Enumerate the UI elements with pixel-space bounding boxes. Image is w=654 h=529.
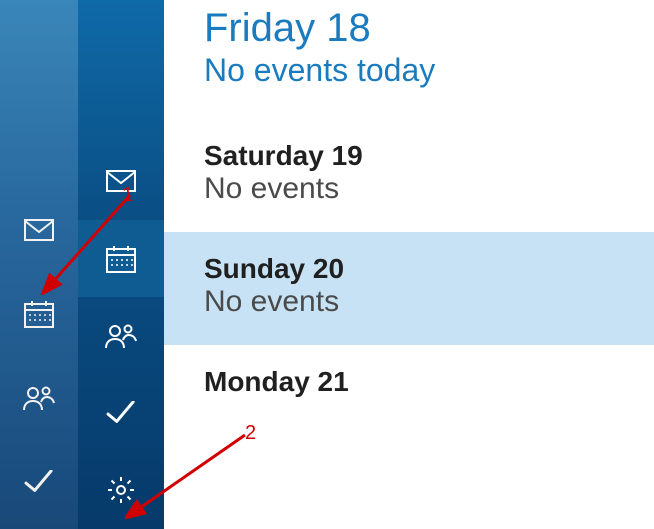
mail-icon [106,170,136,192]
day-title: Saturday 19 [204,141,614,172]
calendar-icon [24,300,54,328]
nav-people[interactable] [0,356,78,440]
nav-todo[interactable] [0,440,78,524]
day-row-highlighted[interactable]: Sunday 20 No events [164,232,654,345]
wide-nav-rail [78,0,164,529]
agenda-pane: Friday 18 No events today Saturday 19 No… [164,0,654,529]
day-subtitle: No events today [204,52,614,89]
nav-todo-wide[interactable] [78,374,164,451]
people-icon [105,323,137,349]
nav-people-wide[interactable] [78,297,164,374]
nav-settings-wide[interactable] [78,452,164,529]
rail-spacer [78,0,164,143]
day-row[interactable]: Monday 21 [164,345,654,408]
day-subtitle: No events [204,172,614,206]
day-row[interactable]: Saturday 19 No events [164,119,654,232]
nav-mail[interactable] [0,188,78,272]
nav-mail-wide[interactable] [78,143,164,220]
day-subtitle: No events [204,285,614,319]
nav-calendar-wide[interactable] [78,220,164,297]
nav-calendar[interactable] [0,272,78,356]
day-title: Friday 18 [204,6,614,50]
calendar-icon [106,245,136,273]
settings-icon [107,476,135,504]
mail-icon [24,219,54,241]
day-title: Sunday 20 [204,254,614,285]
rail-spacer [0,0,78,188]
day-today[interactable]: Friday 18 No events today [164,0,654,119]
day-title: Monday 21 [204,367,614,398]
narrow-nav-rail [0,0,78,529]
todo-icon [106,401,136,425]
todo-icon [24,470,54,494]
people-icon [23,385,55,411]
